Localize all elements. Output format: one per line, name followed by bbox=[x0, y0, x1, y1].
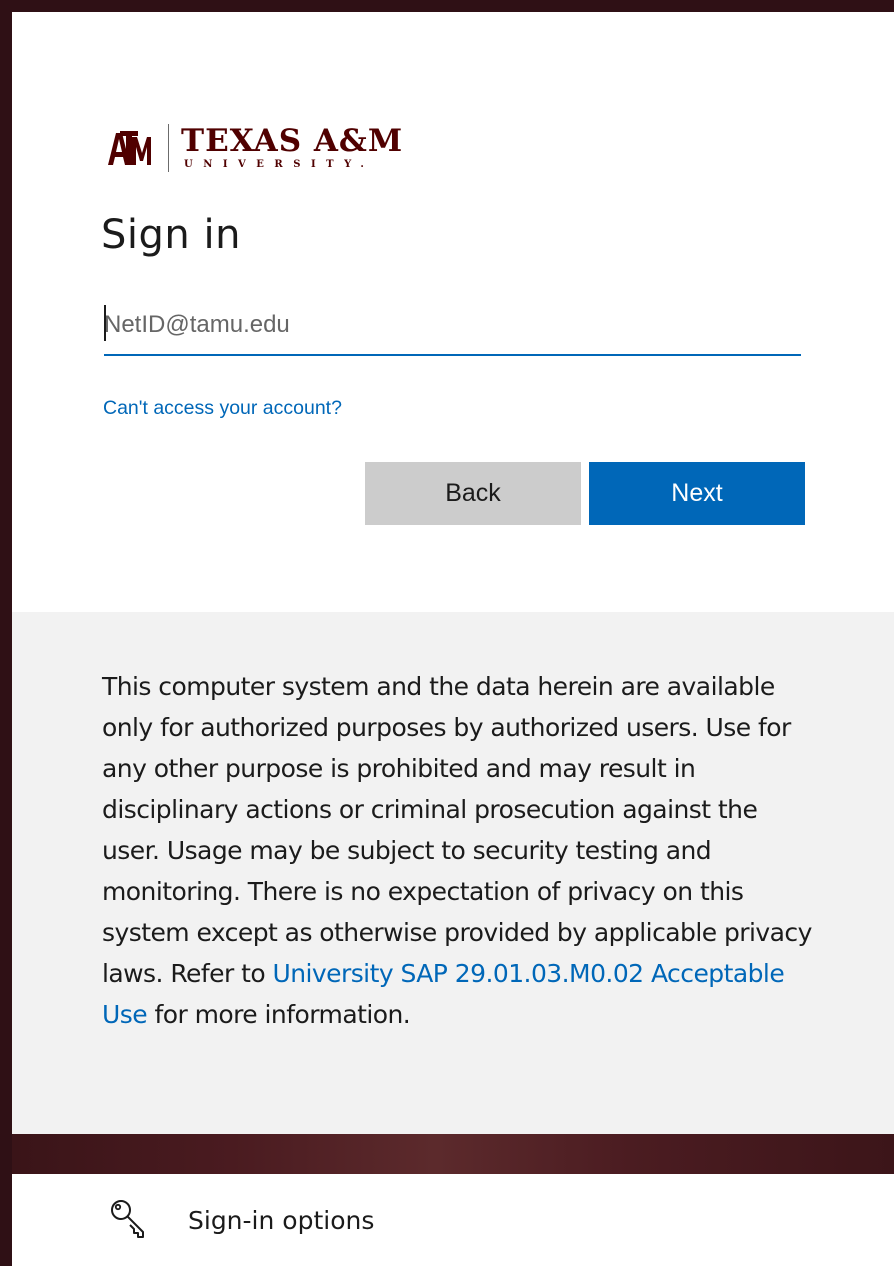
tamu-logo: TEXAS A&M UNIVERSITY. bbox=[104, 122, 403, 174]
logo-divider bbox=[168, 124, 169, 172]
acceptable-use-notice: This computer system and the data herein… bbox=[12, 612, 894, 1134]
sign-in-options-label: Sign-in options bbox=[188, 1205, 375, 1235]
notice-text: This computer system and the data herein… bbox=[102, 666, 812, 1035]
atm-logo-mark-icon bbox=[104, 128, 154, 168]
key-icon bbox=[111, 1200, 144, 1238]
text-caret bbox=[104, 305, 106, 341]
logo-subtitle: UNIVERSITY. bbox=[184, 159, 375, 170]
page-title: Sign in bbox=[101, 212, 241, 258]
email-field[interactable] bbox=[104, 296, 801, 356]
cant-access-account-link[interactable]: Can't access your account? bbox=[103, 397, 342, 420]
logo-title: TEXAS A&M bbox=[181, 123, 404, 159]
sign-in-options-button[interactable]: Sign-in options bbox=[12, 1174, 894, 1266]
page-background: TEXAS A&M UNIVERSITY. Sign in Can't acce… bbox=[0, 0, 894, 1266]
notice-text-part: This computer system and the data herein… bbox=[102, 672, 812, 988]
background-band bbox=[12, 1134, 894, 1174]
next-button[interactable]: Next bbox=[589, 462, 805, 525]
logo-wordmark: TEXAS A&M UNIVERSITY. bbox=[181, 126, 403, 170]
back-button[interactable]: Back bbox=[365, 462, 581, 525]
notice-text-part: for more information. bbox=[147, 1000, 411, 1029]
signin-card: TEXAS A&M UNIVERSITY. Sign in Can't acce… bbox=[12, 12, 894, 612]
